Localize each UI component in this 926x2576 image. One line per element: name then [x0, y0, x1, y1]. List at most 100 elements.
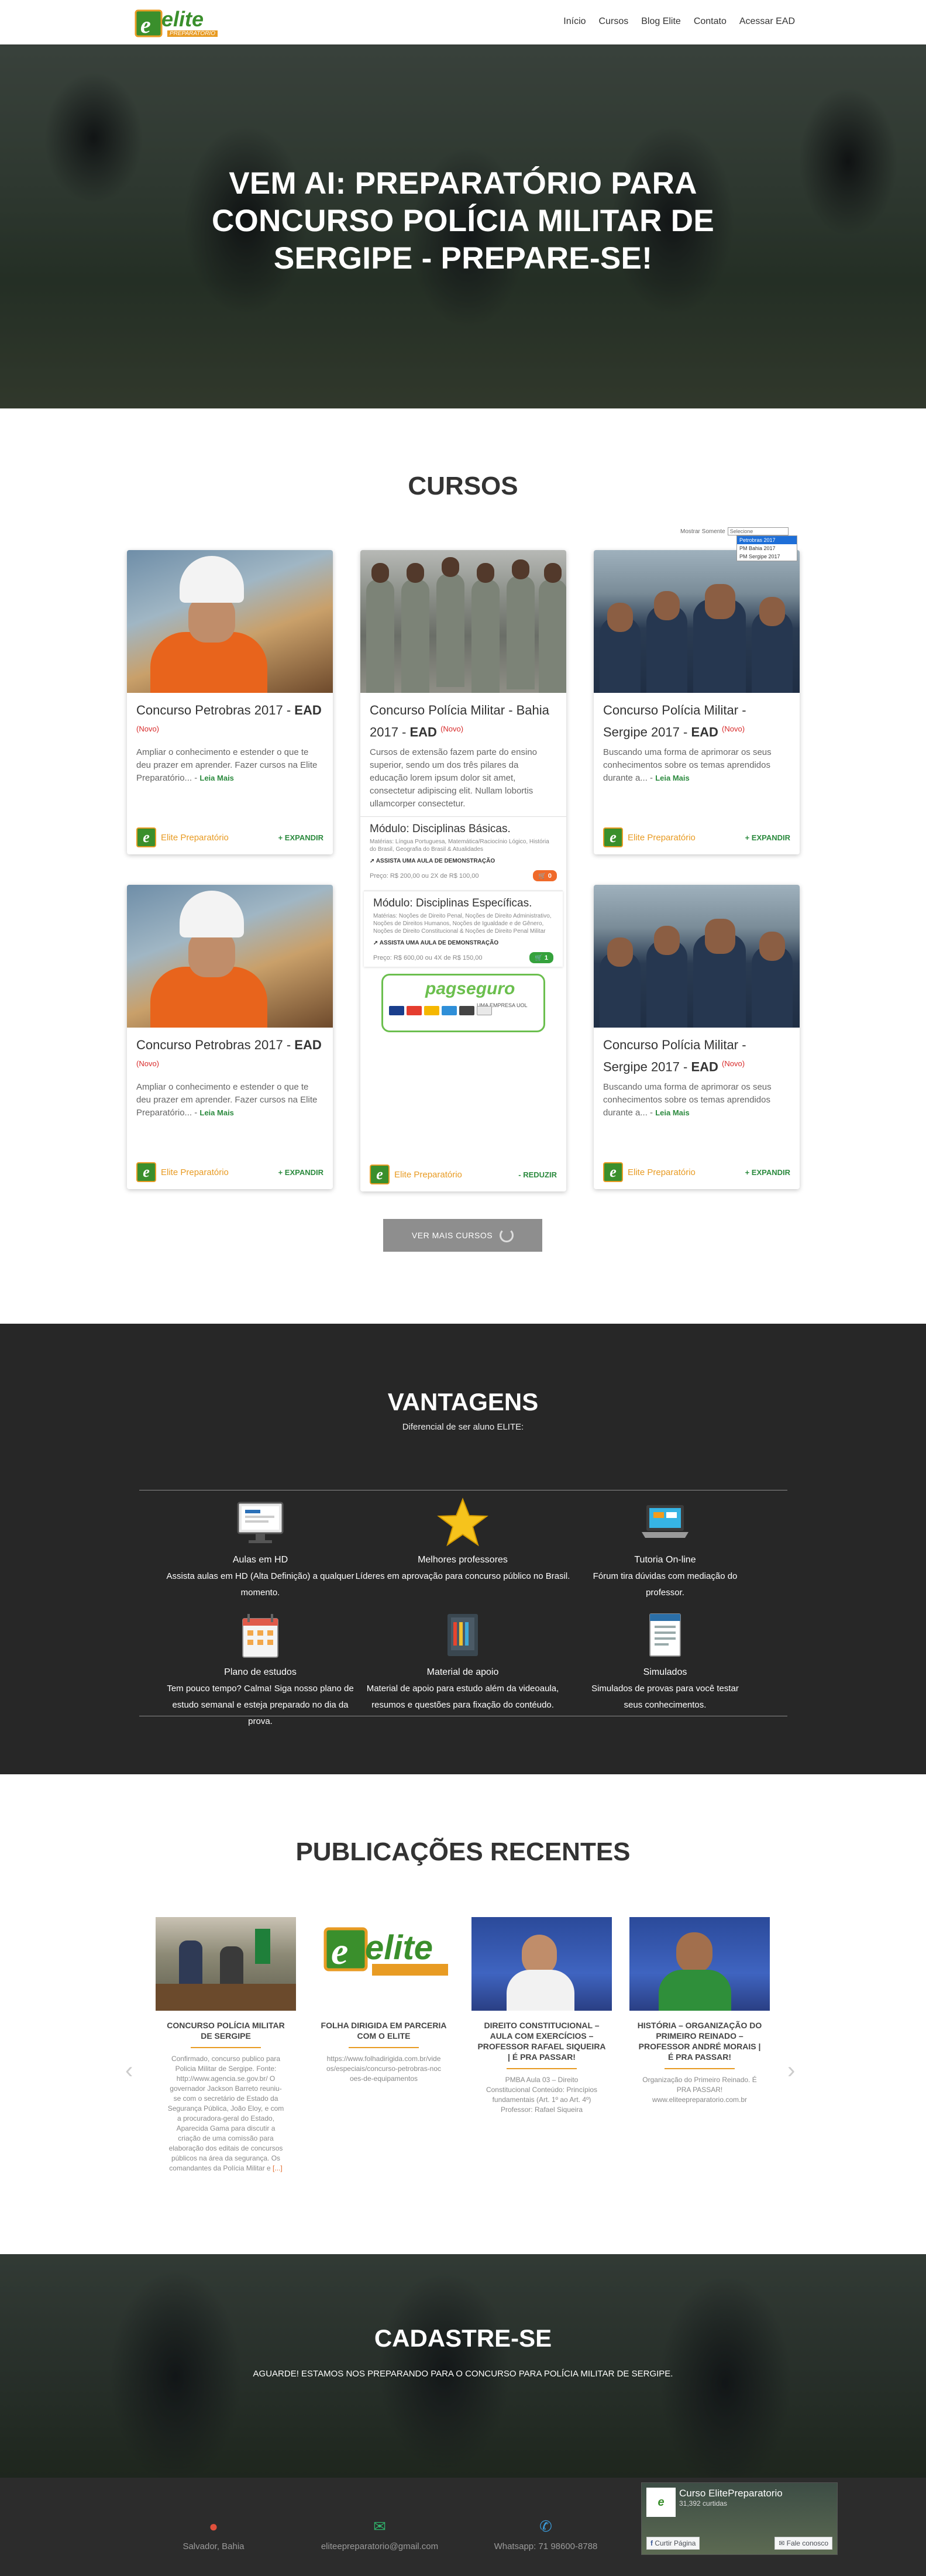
advantage-text: Tem pouco tempo? Calma! Siga nosso plano…: [167, 1684, 354, 1726]
cart-button[interactable]: 🛒 1: [529, 952, 553, 964]
publication-excerpt: Organização do Primeiro Reinado. É PRA P…: [642, 2076, 757, 2104]
elite-logo-icon: e: [370, 1165, 390, 1184]
course-description: Ampliar o conhecimento e estender o que …: [136, 747, 318, 784]
notebook-icon: [437, 1609, 488, 1661]
facebook-widget: e Curso ElitePreparatorio 31,392 curtida…: [641, 2482, 838, 2555]
course-image[interactable]: [127, 885, 333, 1028]
title-underline: [191, 2047, 261, 2048]
facebook-like-button[interactable]: f Curtir Página: [646, 2537, 700, 2550]
module-subjects: Matérias: Noções de Direito Penal, Noçõe…: [373, 913, 552, 935]
filter-option[interactable]: Petrobras 2017: [737, 536, 797, 544]
advantage-title: Aulas em HD: [232, 1555, 288, 1565]
publication-title[interactable]: DIREITO CONSTITUCIONAL – AULA COM EXERCÍ…: [471, 2020, 612, 2062]
publication-excerpt: PMBA Aula 03 – Direito Constitucional Co…: [486, 2076, 598, 2114]
nav-blog[interactable]: Blog Elite: [641, 16, 681, 27]
cart-button[interactable]: 🛒 0: [533, 870, 557, 882]
advantage-text: Fórum tira dúvidas com mediação do profe…: [593, 1571, 738, 1598]
publication-image[interactable]: [156, 1917, 296, 2011]
publication-title[interactable]: FOLHA DIRIGIDA EM PARCERIA COM O ELITE: [314, 2020, 454, 2041]
elite-logo-icon: e: [136, 827, 156, 847]
elite-logo-icon: e: [603, 1162, 623, 1182]
module-price: Preço: R$ 200,00 ou 2X de R$ 100,00: [370, 872, 479, 880]
phone-icon: ✆: [539, 2517, 552, 2535]
advantage-item: Tutoria On-line Fórum tira dúvidas com m…: [554, 1497, 776, 1601]
module-title: Módulo: Disciplinas Específicas.: [373, 897, 532, 910]
publication-excerpt: Confirmado, concurso publico para Polici…: [167, 2055, 284, 2172]
footer-location: ● Salvador, Bahia: [137, 2517, 290, 2551]
carousel-next-arrow[interactable]: ›: [787, 2058, 795, 2084]
course-title[interactable]: Concurso Polícia Militar - Sergipe 2017 …: [603, 701, 790, 741]
read-more-link[interactable]: Leia Mais: [655, 774, 690, 782]
course-image[interactable]: [594, 550, 800, 693]
more-courses-label: VER MAIS CURSOS: [411, 1231, 493, 1240]
elite-logo-icon: e: [136, 1162, 156, 1182]
facebook-contact-button[interactable]: ✉ Fale conosco: [774, 2537, 832, 2550]
filter-select[interactable]: Selecione: [727, 527, 789, 535]
course-title[interactable]: Concurso Polícia Militar - Bahia 2017 - …: [370, 701, 557, 741]
filter-label: Mostrar Somente: [680, 528, 725, 535]
advantage-item: Plano de estudos Tem pouco tempo? Calma!…: [149, 1609, 371, 1730]
expand-button[interactable]: + EXPANDIR: [278, 833, 323, 842]
advantage-title: Material de apoio: [426, 1667, 499, 1677]
facebook-page-avatar[interactable]: e: [646, 2488, 676, 2517]
nav-inicio[interactable]: Início: [563, 16, 586, 27]
facebook-page-name[interactable]: Curso ElitePreparatorio: [679, 2488, 783, 2499]
filter-option[interactable]: PM Bahia 2017: [737, 544, 797, 552]
payment-cards-icon: [389, 1006, 492, 1016]
advantage-item: Aulas em HD Assista aulas em HD (Alta De…: [149, 1497, 371, 1601]
email-link[interactable]: eliteepreparatorio@gmail.com: [321, 2541, 438, 2551]
course-image[interactable]: [594, 885, 800, 1028]
publication-title[interactable]: HISTÓRIA – ORGANIZAÇÃO DO PRIMEIRO REINA…: [629, 2020, 770, 2062]
whatsapp-text[interactable]: Whatsapp: 71 98600-8788: [494, 2541, 598, 2551]
module-price: Preço: R$ 600,00 ou 4X de R$ 150,00: [373, 954, 483, 961]
expand-button[interactable]: + EXPANDIR: [278, 1168, 323, 1177]
demo-link[interactable]: ➚ ASSISTA UMA AULA DE DEMONSTRAÇÃO: [373, 940, 553, 946]
facebook-likes-count: 31,392 curtidas: [679, 2499, 728, 2508]
advantage-text: Material de apoio para estudo além da vi…: [366, 1684, 559, 1710]
title-underline: [665, 2068, 735, 2069]
publication-item: e elite FOLHA DIRIGIDA EM PARCERIA COM O …: [314, 1917, 454, 2084]
read-more-link[interactable]: Leia Mais: [199, 774, 234, 782]
monitor-icon: [235, 1497, 286, 1548]
publication-image[interactable]: e elite: [314, 1917, 454, 2011]
nav-contato[interactable]: Contato: [694, 16, 727, 27]
more-courses-button[interactable]: VER MAIS CURSOS: [383, 1219, 542, 1252]
publication-excerpt: https://www.folhadirigida.com.br/videos/…: [326, 2055, 442, 2083]
main-nav: Início Cursos Blog Elite Contato Acessar…: [563, 16, 795, 27]
course-card: Concurso Polícia Militar - Sergipe 2017 …: [594, 550, 800, 854]
signup-banner: CADASTRE-SE AGUARDE! ESTAMOS NOS PREPARA…: [0, 2254, 926, 2478]
course-image[interactable]: [127, 550, 333, 693]
advantage-item: Material de apoio Material de apoio para…: [352, 1609, 574, 1713]
read-more-link[interactable]: Leia Mais: [199, 1108, 234, 1117]
brand-label: e Elite Preparatório: [136, 827, 229, 847]
course-card: Concurso Petrobras 2017 - EAD (Novo) Amp…: [127, 885, 333, 1189]
expand-button[interactable]: + EXPANDIR: [745, 1168, 790, 1177]
footer-email: ✉ eliteepreparatorio@gmail.com: [304, 2517, 456, 2551]
logo-subtext: PREPARATÓRIO: [167, 30, 218, 37]
read-more-link[interactable]: Leia Mais: [655, 1108, 690, 1117]
brand-label: e Elite Preparatório: [370, 1165, 462, 1184]
location-text: Salvador, Bahia: [183, 2541, 245, 2551]
publication-image[interactable]: [629, 1917, 770, 2011]
read-more-link[interactable]: [...]: [273, 2164, 283, 2172]
course-title[interactable]: Concurso Polícia Militar - Sergipe 2017 …: [603, 1036, 790, 1076]
expand-button[interactable]: + EXPANDIR: [745, 833, 790, 842]
publication-title[interactable]: CONCURSO POLÍCIA MILITAR DE SERGIPE: [156, 2020, 296, 2041]
demo-link[interactable]: ➚ ASSISTA UMA AULA DE DEMONSTRAÇÃO: [370, 858, 557, 864]
nav-acessar-ead[interactable]: Acessar EAD: [739, 16, 795, 27]
publication-item: CONCURSO POLÍCIA MILITAR DE SERGIPE Conf…: [156, 1917, 296, 2173]
nav-cursos[interactable]: Cursos: [599, 16, 629, 27]
hero-title-line-3: SERGIPE - PREPARE-SE!: [273, 241, 653, 276]
collapse-button[interactable]: - REDUZIR: [518, 1170, 557, 1179]
site-logo[interactable]: e elite PREPARATÓRIO: [133, 5, 219, 40]
advantages-title: VANTAGENS: [387, 1388, 539, 1416]
publication-image[interactable]: [471, 1917, 612, 2011]
course-title[interactable]: Concurso Petrobras 2017 - EAD (Novo): [136, 1036, 323, 1076]
filter-option[interactable]: PM Sergipe 2017: [737, 552, 797, 561]
advantage-title: Tutoria On-line: [634, 1555, 696, 1565]
advantage-title: Plano de estudos: [224, 1667, 297, 1677]
course-image[interactable]: [360, 550, 566, 693]
carousel-prev-arrow[interactable]: ‹: [125, 2058, 133, 2084]
course-title[interactable]: Concurso Petrobras 2017 - EAD (Novo): [136, 701, 323, 741]
svg-text:elite: elite: [365, 1929, 433, 1967]
